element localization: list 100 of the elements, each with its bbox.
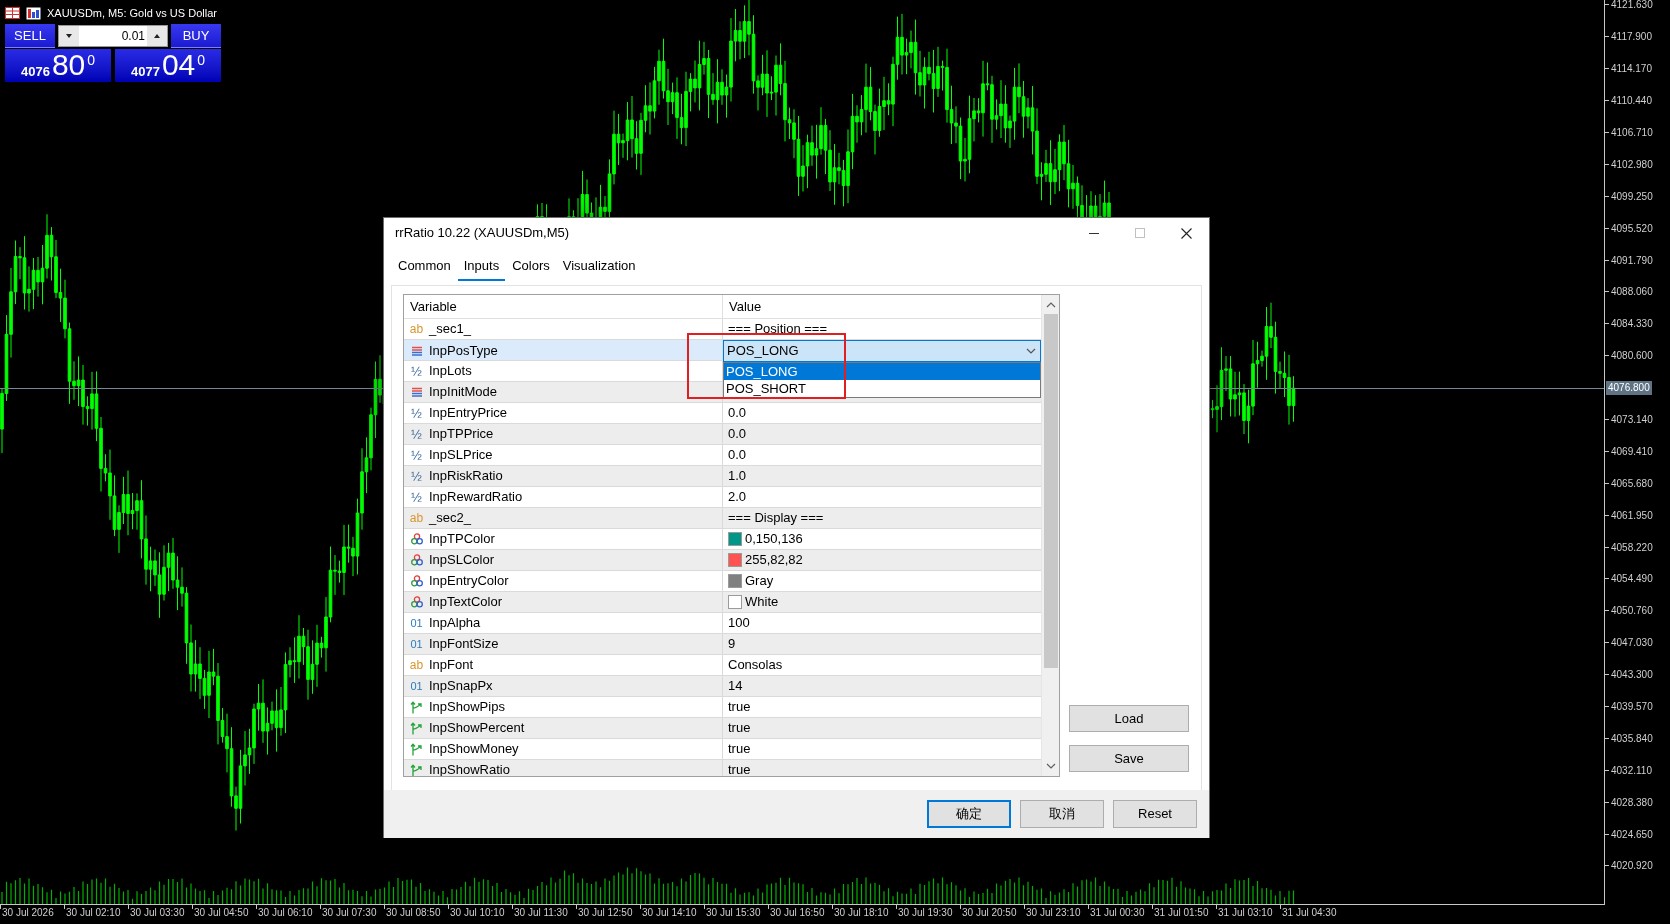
close-icon	[1180, 227, 1192, 239]
table-row[interactable]: 01 InpFontSize 9	[404, 634, 1041, 655]
fraction-type-icon: ½	[411, 427, 422, 441]
price-label: 4121.630	[1610, 0, 1653, 13]
variable-name: InpPosType	[429, 342, 498, 360]
price-label: 4110.440	[1610, 94, 1652, 109]
table-row[interactable]: InpTPColor 0,150,136	[404, 529, 1041, 550]
fraction-type-icon: ½	[411, 490, 422, 504]
variable-name: InpShowPips	[429, 698, 505, 717]
value-text: 0.0	[728, 425, 747, 444]
value-text: true	[728, 719, 751, 738]
value-text: true	[728, 761, 751, 776]
value-text: === Position ===	[728, 320, 828, 339]
time-label: 30 Jul 08:50	[385, 906, 441, 920]
scroll-down-icon[interactable]	[1045, 763, 1056, 769]
time-label: 30 Jul 2026	[1, 906, 54, 920]
price-label: 4091.790	[1610, 253, 1653, 268]
side-button[interactable]: Save	[1069, 745, 1189, 772]
table-row[interactable]: ½ InpSLPrice 0.0	[404, 445, 1041, 466]
table-row[interactable]: ½ InpTPPrice 0.0	[404, 424, 1041, 445]
variable-name: InpTextColor	[429, 593, 502, 612]
dropdown-field[interactable]: POS_LONG	[723, 340, 1041, 362]
color-circles-icon	[410, 596, 423, 608]
tab[interactable]: Visualization	[556, 253, 642, 281]
time-label: 30 Jul 07:30	[321, 906, 377, 920]
integer-type-icon: 01	[410, 680, 423, 692]
price-label: 4080.600	[1610, 349, 1653, 364]
price-label: 4099.250	[1610, 189, 1653, 204]
lot-input[interactable]: 0.01	[79, 26, 147, 46]
price-label: 4035.840	[1610, 731, 1653, 746]
buy-button[interactable]: BUY	[171, 24, 221, 48]
color-circles-icon	[410, 554, 423, 566]
dropdown-option[interactable]: POS_LONG	[724, 362, 1040, 380]
price-major: 4076	[20, 65, 50, 78]
dialog-button[interactable]: 确定	[927, 800, 1011, 828]
price-label: 4032.110	[1610, 763, 1652, 778]
table-row[interactable]: ab _sec2_ === Display ===	[404, 508, 1041, 529]
table-row[interactable]: ab InpFont Consolas	[404, 655, 1041, 676]
price-pips: 80	[51, 50, 86, 80]
variable-name: InpShowMoney	[429, 740, 519, 759]
string-type-icon: ab	[409, 323, 424, 335]
minimize-icon	[1089, 232, 1099, 234]
string-type-icon: ab	[409, 512, 424, 524]
dialog-button[interactable]: 取消	[1020, 800, 1104, 828]
list-type-icon	[410, 345, 423, 356]
variable-name: InpEntryPrice	[429, 404, 508, 423]
time-label: 31 Jul 00:30	[1089, 906, 1145, 920]
list-type-icon	[410, 387, 423, 397]
variable-name: InpRewardRatio	[429, 488, 523, 507]
value-text: 100	[728, 614, 750, 633]
variable-name: InpFont	[429, 656, 474, 675]
table-row[interactable]: InpTextColor White	[404, 592, 1041, 613]
tab[interactable]: Common	[392, 253, 457, 281]
table-row[interactable]: 01 InpAlpha 100	[404, 613, 1041, 634]
price-label: 4106.710	[1610, 126, 1653, 140]
scroll-up-icon[interactable]	[1045, 302, 1056, 308]
table-row[interactable]: ½ InpRiskRatio 1.0	[404, 466, 1041, 487]
sell-button[interactable]: SELL	[5, 24, 55, 48]
fraction-type-icon: ½	[411, 469, 422, 483]
tab[interactable]: Colors	[506, 253, 556, 281]
value-text: 1.0	[728, 467, 747, 486]
table-row[interactable]: InpShowPercent true	[404, 718, 1041, 739]
time-label: 30 Jul 03:30	[129, 906, 185, 920]
table-row[interactable]: InpShowPips true	[404, 697, 1041, 718]
chart-icon	[26, 6, 41, 20]
price-label: 4095.520	[1610, 221, 1653, 236]
dropdown-value: POS_LONG	[727, 342, 799, 360]
time-label: 30 Jul 15:30	[705, 906, 761, 920]
table-row[interactable]: InpEntryColor Gray	[404, 571, 1041, 592]
tab[interactable]: Inputs	[457, 253, 506, 281]
symbol-title: XAUUSDm, M5: Gold vs US Dollar	[47, 6, 217, 21]
value-text: 0.0	[728, 404, 747, 423]
scrollbar-thumb[interactable]	[1043, 314, 1058, 668]
price-label: 4088.060	[1610, 285, 1653, 300]
fraction-type-icon: ½	[411, 448, 422, 462]
table-row[interactable]: ab _sec1_ === Position ===	[404, 319, 1041, 340]
price-label: 4117.900	[1610, 30, 1652, 45]
value-text: true	[728, 698, 751, 717]
price-label: 4073.140	[1610, 413, 1653, 427]
dialog-button[interactable]: Reset	[1113, 800, 1197, 828]
table-row[interactable]: 01 InpSnapPx 14	[404, 676, 1041, 697]
table-row[interactable]: InpShowMoney true	[404, 739, 1041, 760]
fraction-type-icon: ½	[411, 364, 422, 378]
price-pips: 04	[161, 50, 196, 80]
value-text: White	[745, 593, 779, 612]
price-label: 4024.650	[1610, 827, 1653, 842]
variable-name: InpFontSize	[429, 635, 499, 654]
branch-arrow-icon	[410, 742, 423, 756]
table-row[interactable]: ½ InpEntryPrice 0.0	[404, 403, 1041, 424]
price-label: 4069.410	[1610, 444, 1653, 459]
table-row[interactable]: InpSLColor 255,82,82	[404, 550, 1041, 571]
time-label: 30 Jul 02:10	[65, 906, 121, 920]
price-point: 0	[197, 53, 206, 67]
branch-arrow-icon	[410, 763, 423, 776]
table-row[interactable]: ½ InpRewardRatio 2.0	[404, 487, 1041, 508]
time-label: 31 Jul 03:10	[1217, 906, 1273, 920]
variable-name: InpLots	[429, 362, 472, 381]
variable-name: _sec1_	[429, 320, 471, 339]
side-button[interactable]: Load	[1069, 705, 1189, 732]
time-label: 30 Jul 14:10	[641, 906, 697, 920]
